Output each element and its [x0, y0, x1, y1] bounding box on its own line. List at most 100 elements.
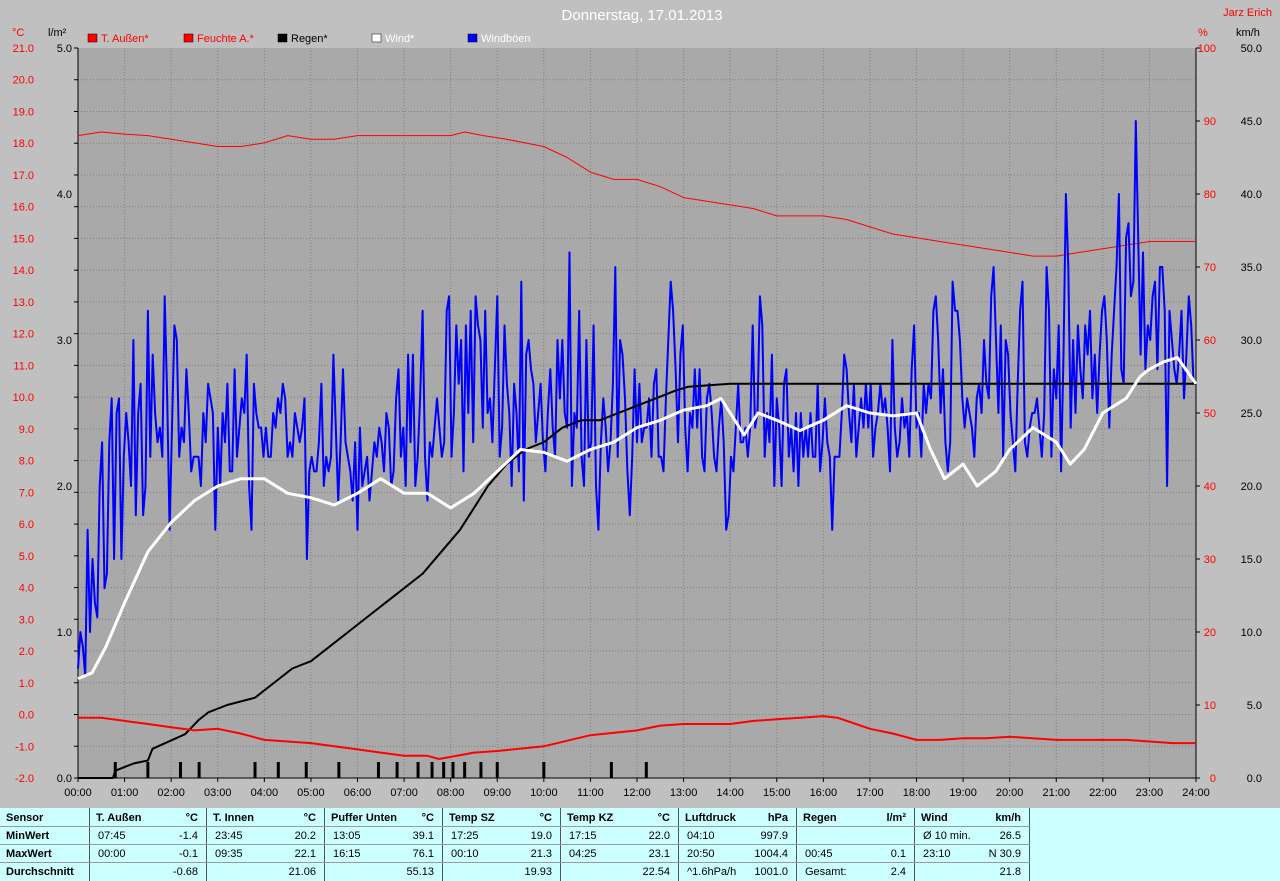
stats-header: Temp KZ	[567, 812, 614, 824]
x-tick-label: 08:00	[437, 787, 465, 799]
x-tick-label: 07:00	[390, 787, 418, 799]
temp-tick-label: 18.0	[13, 138, 34, 150]
stats-header: Sensor	[6, 812, 44, 824]
stats-time: 04:10	[687, 830, 715, 842]
x-tick-label: 18:00	[903, 787, 931, 799]
stats-value: 55.13	[406, 866, 434, 878]
weather-chart: 00:00 01:00 02:00 03:00 04:00 05:00 06:00 07:00…	[12, 7, 1272, 799]
stats-time: 13:05	[333, 830, 361, 842]
temp-tick-label: 21.0	[13, 43, 34, 55]
stats-value: 1004.4	[754, 848, 788, 860]
temp-tick-label: 11.0	[13, 360, 34, 372]
wind-tick-label: 45.0	[1241, 116, 1262, 128]
stats-value: -1.4	[179, 830, 198, 842]
x-tick-label: 20:00	[996, 787, 1024, 799]
wind-tick-label: 5.0	[1247, 700, 1262, 712]
wind-tick-label: 40.0	[1241, 189, 1262, 201]
x-tick-label: 06:00	[344, 787, 372, 799]
x-tick-label: 01:00	[111, 787, 139, 799]
x-tick-label: 24:00	[1182, 787, 1210, 799]
rain-tick-label: 5.0	[57, 43, 72, 55]
humidity-axis-unit: %	[1198, 27, 1208, 39]
stats-value: 1001.0	[754, 866, 788, 878]
stats-header: T. Außen	[96, 812, 142, 824]
stats-value: 19.93	[524, 866, 552, 878]
stats-value: 21.8	[999, 866, 1021, 878]
temp-tick-label: 1.0	[19, 678, 34, 690]
wind-tick-label: 30.0	[1241, 335, 1262, 347]
stats-time: 00:10	[451, 848, 479, 860]
x-tick-label: 09:00	[483, 787, 511, 799]
stats-unit: °C	[185, 812, 198, 824]
stats-time: 00:45	[805, 848, 833, 860]
x-tick-label: 03:00	[204, 787, 232, 799]
stats-value: N 30.9	[988, 848, 1021, 860]
rain-tick-label: 4.0	[57, 189, 72, 201]
x-tick-label: 17:00	[856, 787, 884, 799]
temp-tick-label: 10.0	[13, 392, 34, 404]
temp-tick-label: 2.0	[19, 646, 34, 658]
stats-time: 23:10	[923, 848, 951, 860]
stats-row-label: Durchschnitt	[6, 866, 74, 878]
temp-tick-label: 7.0	[19, 487, 34, 499]
stats-value: 39.1	[412, 830, 434, 842]
legend-swatch	[467, 33, 478, 43]
stats-row-divider	[0, 844, 1030, 845]
stats-time: 09:35	[215, 848, 243, 860]
stats-row-divider	[0, 826, 1030, 827]
temp-tick-label: 5.0	[19, 551, 34, 563]
legend-swatch	[277, 33, 288, 43]
stats-time: 20:50	[687, 848, 715, 860]
humidity-tick-label: 50	[1204, 408, 1216, 420]
x-tick-label: 15:00	[763, 787, 791, 799]
stats-header: T. Innen	[213, 812, 254, 824]
stats-time: ^1.6hPa/h	[687, 866, 737, 878]
stats-time: 00:00	[98, 848, 126, 860]
x-tick-label: 00:00	[64, 787, 92, 799]
temp-tick-label: 20.0	[13, 75, 34, 87]
stats-time: 23:45	[215, 830, 243, 842]
temp-axis-unit: °C	[12, 27, 24, 39]
wind-tick-label: 25.0	[1241, 408, 1262, 420]
legend-label: T. Außen*	[101, 33, 149, 45]
stats-unit: l/m²	[886, 812, 906, 824]
stats-unit: km/h	[995, 812, 1021, 824]
stats-time: 17:25	[451, 830, 479, 842]
stats-unit: °C	[303, 812, 316, 824]
x-tick-label: 23:00	[1136, 787, 1164, 799]
temp-tick-label: 3.0	[19, 614, 34, 626]
stats-row-label: MinWert	[6, 830, 50, 842]
stats-value: 19.0	[530, 830, 552, 842]
stats-header: Temp SZ	[449, 812, 495, 824]
temp-tick-label: 0.0	[19, 710, 34, 722]
x-tick-label: 12:00	[623, 787, 651, 799]
legend-label: Regen*	[291, 33, 328, 45]
humidity-tick-label: 70	[1204, 262, 1216, 274]
temp-tick-label: 15.0	[13, 233, 34, 245]
stats-header: Regen	[803, 812, 837, 824]
temp-tick-label: 8.0	[19, 456, 34, 468]
humidity-tick-label: 40	[1204, 481, 1216, 493]
x-tick-label: 22:00	[1089, 787, 1117, 799]
stats-header: Luftdruck	[685, 812, 736, 824]
legend-label: Feuchte A.*	[197, 33, 255, 45]
temp-tick-label: 6.0	[19, 519, 34, 531]
temp-tick-label: 16.0	[13, 202, 34, 214]
humidity-tick-label: 10	[1204, 700, 1216, 712]
temp-tick-label: -1.0	[15, 741, 34, 753]
humidity-tick-label: 80	[1204, 189, 1216, 201]
stats-value: 21.06	[288, 866, 316, 878]
x-tick-label: 13:00	[670, 787, 698, 799]
stats-time: Gesamt:	[805, 866, 847, 878]
stats-value: 20.2	[294, 830, 316, 842]
wind-axis-unit: km/h	[1236, 27, 1260, 39]
humidity-tick-label: 30	[1204, 554, 1216, 566]
statistics-table: Sensor MinWert MaxWert Durchschnitt T. Außen…	[0, 808, 1280, 881]
stats-row-divider	[0, 862, 1030, 863]
stats-unit: hPa	[767, 812, 788, 824]
stats-row-label: MaxWert	[6, 848, 52, 860]
stats-unit: °C	[421, 812, 434, 824]
temp-tick-label: 12.0	[13, 329, 34, 341]
rain-axis-unit: l/m²	[48, 27, 67, 39]
legend-label: Windböen	[481, 33, 531, 45]
